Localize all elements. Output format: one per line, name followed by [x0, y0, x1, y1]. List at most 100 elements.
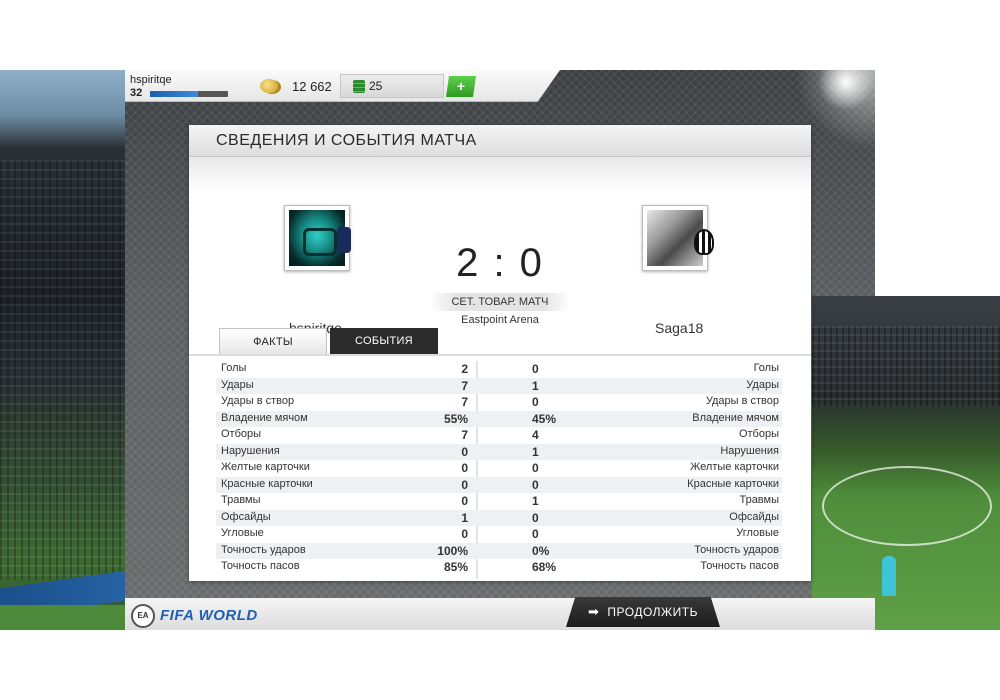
stat-label-away: Красные карточки [687, 477, 779, 490]
stat-row: Нарушения 0 1 Нарушения [216, 443, 782, 460]
stat-label-home: Точность ударов [221, 543, 306, 556]
stat-row: Угловые 0 0 Угловые [216, 526, 782, 543]
coins-balance: 12 662 [246, 74, 336, 98]
xp-progress-bar [150, 91, 228, 97]
stat-row: Голы 2 0 Голы [216, 361, 782, 378]
stat-label-home: Угловые [221, 527, 264, 539]
score-area: hspiritqe 2 : 0 СЕТ. ТОВАР. МАТЧ Eastpoi… [189, 157, 811, 357]
stat-row: Точность ударов 100% 0% Точность ударов [216, 542, 782, 559]
stat-value-away: 1 [532, 444, 539, 459]
stat-label-away: Угловые [736, 527, 779, 539]
stat-label-away: Травмы [739, 494, 779, 506]
stat-label-away: Удары в створ [705, 395, 779, 407]
stat-label-home: Травмы [221, 494, 261, 506]
stat-value-away: 0 [532, 362, 539, 376]
stat-label-home: Точность пасов [221, 560, 300, 572]
match-type: СЕТ. ТОВАР. МАТЧ [429, 293, 571, 311]
arrow-right-icon: ➡ [588, 604, 600, 619]
stat-label-home: Желтые карточки [221, 461, 310, 473]
stat-label-away: Точность ударов [694, 543, 779, 556]
stat-row: Желтые карточки 0 0 Желтые карточки [216, 460, 782, 477]
coins-value: 12 662 [292, 78, 332, 94]
stat-row: Травмы 0 1 Травмы [216, 493, 782, 510]
stat-row: Красные карточки 0 0 Красные карточки [216, 476, 782, 493]
stat-value-home: 55% [443, 411, 468, 426]
stat-row: Удары 7 1 Удары [216, 377, 782, 394]
tab-bar: ФАКТЫ СОБЫТИЯ [219, 328, 438, 354]
stat-label-home: Владение мячом [221, 411, 308, 424]
stat-value-home: 7 [461, 428, 468, 442]
username: hspiritqe [130, 74, 172, 86]
stat-value-away: 0 [532, 477, 539, 492]
stat-value-away: 1 [532, 494, 539, 508]
stat-label-home: Красные карточки [221, 477, 313, 490]
stat-value-away: 45% [532, 411, 557, 426]
continue-label: ПРОДОЛЖИТЬ [607, 605, 698, 619]
match-venue: Eastpoint Arena [461, 314, 539, 326]
continue-button[interactable]: ➡ ПРОДОЛЖИТЬ [566, 597, 720, 627]
xp-progress-fill [150, 91, 199, 97]
stat-value-home: 0 [461, 444, 468, 459]
stat-label-home: Удары [221, 378, 254, 391]
stat-value-home: 0 [461, 494, 468, 508]
add-points-button[interactable]: + [446, 76, 476, 97]
stat-value-home: 1 [461, 510, 468, 525]
stat-row: Владение мячом 55% 45% Владение мячом [216, 410, 782, 427]
panel-header: СВЕДЕНИЯ И СОБЫТИЯ МАТЧА [189, 125, 811, 157]
stat-value-away: 0 [532, 510, 539, 525]
ea-sports-logo: EA [131, 604, 155, 628]
stat-label-home: Нарушения [221, 444, 280, 457]
stat-value-away: 0% [532, 543, 550, 558]
stat-row: Отборы 7 4 Отборы [216, 427, 782, 444]
stat-label-away: Владение мячом [692, 411, 779, 424]
stat-label-away: Отборы [738, 428, 779, 440]
stadium-stands-right [812, 326, 1000, 406]
stat-label-home: Отборы [221, 428, 262, 440]
points-icon [353, 79, 365, 93]
stat-value-away: 4 [532, 428, 539, 442]
stadium-light-flare [818, 70, 874, 110]
user-level: 32 [130, 87, 143, 99]
points-balance: 25 [340, 74, 444, 98]
away-club-badge-icon [694, 229, 714, 255]
stat-value-home: 7 [461, 395, 468, 409]
stats-table: Голы 2 0 Голы Удары 7 1 Удары Удары в створ 7 0 Уда… [216, 361, 782, 576]
stat-value-away: 68% [532, 560, 557, 574]
pitch-center-circle [822, 466, 992, 546]
tab-facts[interactable]: ФАКТЫ [219, 328, 327, 354]
stat-label-home: Голы [221, 362, 247, 374]
stat-value-home: 85% [443, 560, 468, 574]
stat-row: Офсайды 1 0 Офсайды [216, 509, 782, 526]
stat-value-away: 1 [532, 378, 539, 393]
stat-row: Удары в створ 7 0 Удары в створ [216, 394, 782, 411]
stat-label-home: Офсайды [221, 510, 271, 523]
stat-label-away: Офсайды [729, 510, 779, 523]
stat-label-home: Удары в створ [221, 395, 295, 407]
stadium-right-background [812, 296, 1000, 630]
stat-value-home: 2 [461, 362, 468, 376]
stat-value-away: 0 [532, 461, 539, 475]
coin-icon [260, 79, 278, 93]
match-details-panel: СВЕДЕНИЯ И СОБЫТИЯ МАТЧА hspiritqe 2 : 0… [189, 125, 811, 581]
user-profile[interactable]: hspiritqe 32 [130, 74, 230, 100]
stat-value-away: 0 [532, 395, 539, 409]
tab-events[interactable]: СОБЫТИЯ [330, 328, 438, 354]
stat-row: Точность пасов 85% 68% Точность пасов [216, 559, 782, 576]
home-club-badge-icon [337, 227, 351, 253]
stat-label-away: Нарушения [720, 444, 779, 457]
stat-value-home: 0 [461, 477, 468, 492]
stat-value-home: 100% [437, 543, 468, 558]
page-title: СВЕДЕНИЯ И СОБЫТИЯ МАТЧА [216, 131, 477, 149]
tab-divider [189, 354, 811, 356]
stat-value-home: 0 [461, 461, 468, 475]
stat-label-away: Голы [753, 362, 779, 374]
stat-value-home: 7 [461, 378, 468, 393]
points-value: 25 [369, 79, 383, 93]
stat-value-home: 0 [461, 527, 468, 541]
stat-label-away: Удары [746, 378, 779, 391]
match-score: 2 : 0 [456, 241, 544, 285]
fifa-world-logo: FIFA WORLD [160, 607, 258, 624]
away-player-name: Saga18 [655, 320, 704, 336]
player-figure [882, 556, 896, 596]
stat-label-away: Точность пасов [700, 560, 779, 572]
